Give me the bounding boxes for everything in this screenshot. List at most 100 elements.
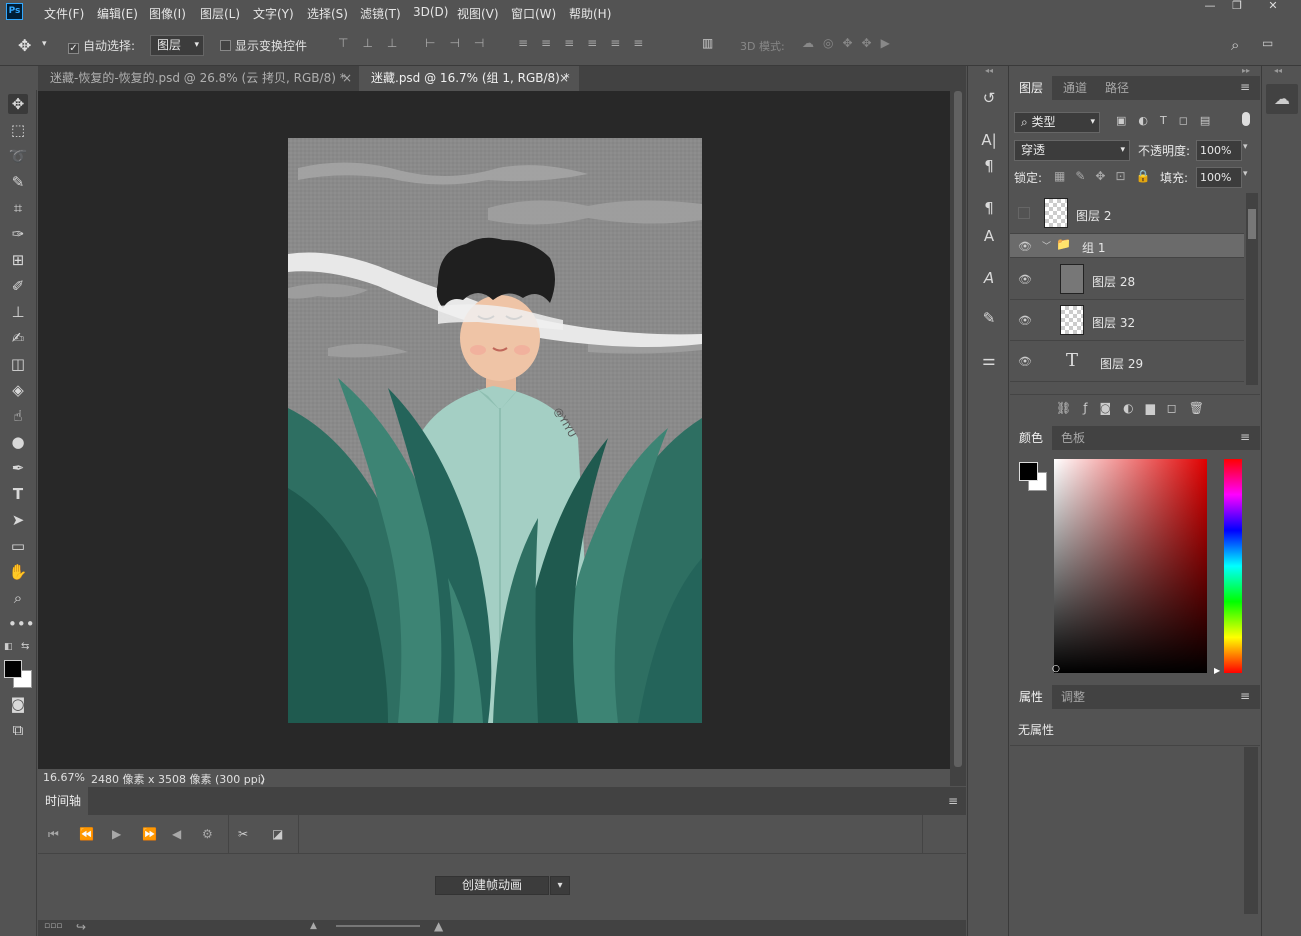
- foreground-color-swatch[interactable]: [4, 660, 22, 678]
- lock-icons[interactable]: ▦✎✥⊡🔒: [1054, 169, 1160, 183]
- collapse-arrows-icon[interactable]: ◂◂: [968, 66, 1010, 75]
- zoom-out-mountain-icon[interactable]: ▲: [310, 921, 317, 931]
- menu-select[interactable]: 选择(S): [307, 5, 348, 22]
- move-tool-icon[interactable]: ✥: [8, 94, 28, 114]
- zoom-tool-icon[interactable]: ⌕: [8, 588, 28, 608]
- artwork-canvas[interactable]: @YIYU: [288, 138, 702, 723]
- menu-window[interactable]: 窗口(W): [511, 5, 556, 22]
- align-buttons-group[interactable]: ⊤⊥⊥: [338, 36, 411, 50]
- paragraph-icon[interactable]: ¶: [979, 156, 999, 176]
- opacity-input[interactable]: 100%: [1196, 140, 1242, 161]
- hue-slider[interactable]: [1224, 459, 1242, 673]
- default-colors-icon[interactable]: ◧: [4, 642, 13, 652]
- blend-mode-dropdown[interactable]: 穿透 ▾: [1014, 140, 1130, 161]
- chevron-down-icon[interactable]: ﹀: [1042, 239, 1051, 252]
- layer-row[interactable]: 👁 图层 28: [1010, 259, 1244, 300]
- frames-icon[interactable]: ▫▫▫: [44, 921, 62, 931]
- settings-gear-icon[interactable]: ⚙: [202, 827, 213, 841]
- clone-stamp-tool-icon[interactable]: ⊥: [8, 302, 28, 322]
- swap-colors-icon[interactable]: ⇆: [21, 641, 29, 652]
- menu-view[interactable]: 视图(V): [457, 5, 499, 22]
- paragraph-styles-icon[interactable]: ¶: [979, 198, 999, 218]
- move-tool-icon[interactable]: ✥: [18, 36, 31, 55]
- tab-document-2[interactable]: 迷藏.psd @ 16.7% (组 1, RGB/8) * ×: [359, 66, 579, 91]
- dodge-tool-icon[interactable]: ●: [8, 432, 28, 452]
- quick-mask-icon[interactable]: ◙: [8, 694, 28, 714]
- close-tab-icon[interactable]: ×: [342, 66, 352, 90]
- collapse-arrows-icon[interactable]: ◂◂: [1274, 66, 1282, 75]
- restore-button[interactable]: ❐: [1222, 0, 1252, 14]
- distribute-buttons[interactable]: ≡≡≡≡≡≡: [518, 36, 656, 50]
- filter-toggle[interactable]: [1242, 112, 1250, 126]
- history-icon[interactable]: ↺: [979, 88, 999, 108]
- brush-tool-icon[interactable]: ✐: [8, 276, 28, 296]
- tab-color[interactable]: 颜色: [1010, 426, 1053, 450]
- align-horizontal-buttons[interactable]: ⊢⊣⊣: [425, 36, 498, 50]
- eye-icon[interactable]: 👁: [1018, 314, 1032, 327]
- panel-menu-icon[interactable]: ≡: [1240, 689, 1250, 703]
- color-field[interactable]: [1054, 459, 1207, 673]
- tab-document-1[interactable]: 迷藏-恢复的-恢复的.psd @ 26.8% (云 拷贝, RGB/8) * ×: [38, 66, 358, 91]
- auto-select-checkbox[interactable]: ✓ 自动选择:: [68, 37, 135, 54]
- timeline-tab[interactable]: 时间轴: [38, 787, 88, 815]
- rectangle-tool-icon[interactable]: ▭: [8, 536, 28, 556]
- hue-slider-handle-icon[interactable]: ▶: [1214, 666, 1220, 675]
- search-icon[interactable]: ⌕: [1231, 36, 1239, 54]
- first-frame-icon[interactable]: ⏮: [48, 827, 59, 842]
- minimize-button[interactable]: —: [1195, 0, 1225, 14]
- properties-scrollbar[interactable]: [1244, 747, 1258, 914]
- menu-filter[interactable]: 滤镜(T): [360, 5, 401, 22]
- next-frame-icon[interactable]: ⏩: [142, 827, 157, 841]
- zoom-level[interactable]: 16.67%: [43, 771, 85, 784]
- layer-row[interactable]: 👁 图层 32: [1010, 300, 1244, 341]
- fill-chevron-icon[interactable]: ▾: [1243, 169, 1248, 179]
- status-menu-arrow-icon[interactable]: 〉: [260, 771, 271, 787]
- 3d-mode-icons[interactable]: ☁◎✥✥▶: [802, 36, 899, 50]
- menu-image[interactable]: 图像(I): [149, 5, 186, 22]
- lasso-tool-icon[interactable]: ➰: [8, 146, 28, 166]
- tab-layers[interactable]: 图层: [1010, 76, 1053, 100]
- character-styles-icon[interactable]: A: [979, 226, 999, 246]
- visibility-off-box[interactable]: [1018, 207, 1030, 219]
- convert-icon[interactable]: ↪: [76, 920, 86, 934]
- tool-preset-chevron-icon[interactable]: ▾: [42, 39, 47, 49]
- eye-icon[interactable]: 👁: [1018, 273, 1032, 286]
- animation-type-dropdown[interactable]: ▾: [550, 876, 570, 895]
- panel-menu-icon[interactable]: ≡: [1240, 430, 1250, 444]
- tab-channels[interactable]: 通道: [1054, 76, 1096, 100]
- menu-3d[interactable]: 3D(D): [413, 5, 448, 19]
- history-brush-tool-icon[interactable]: ✍: [8, 328, 28, 348]
- layer-row[interactable]: 图层 2: [1010, 193, 1244, 234]
- hand-tool-icon[interactable]: ✋: [8, 562, 28, 582]
- auto-select-dropdown[interactable]: 图层 ▾: [150, 35, 204, 56]
- screen-mode-icon[interactable]: ⧉: [8, 720, 28, 740]
- menu-help[interactable]: 帮助(H): [569, 5, 611, 22]
- menu-edit[interactable]: 编辑(E): [97, 5, 138, 22]
- zoom-in-mountain-icon[interactable]: ▲: [434, 919, 443, 933]
- menu-type[interactable]: 文字(Y): [253, 5, 294, 22]
- menu-file[interactable]: 文件(F): [44, 5, 84, 22]
- close-tab-icon[interactable]: ×: [559, 66, 569, 90]
- scissors-icon[interactable]: ✂: [238, 827, 248, 841]
- layer-filter-dropdown[interactable]: ⌕ 类型 ▾: [1014, 112, 1100, 133]
- crop-tool-icon[interactable]: ⌗: [8, 198, 28, 218]
- path-selection-tool-icon[interactable]: ➤: [8, 510, 28, 530]
- close-window-button[interactable]: ✕: [1258, 0, 1288, 14]
- eye-icon[interactable]: 👁: [1018, 240, 1032, 253]
- create-frame-animation-button[interactable]: 创建帧动画: [435, 876, 549, 895]
- glyphs-icon[interactable]: A: [979, 268, 999, 288]
- filter-kind-icons[interactable]: ▣◐T◻▤: [1116, 114, 1222, 127]
- transition-icon[interactable]: ◪: [272, 827, 283, 841]
- more-tools-icon[interactable]: •••: [8, 614, 35, 634]
- fill-input[interactable]: 100%: [1196, 167, 1242, 188]
- play-icon[interactable]: ▶: [112, 827, 121, 841]
- character-icon[interactable]: A|: [979, 130, 999, 150]
- vertical-scrollbar[interactable]: [950, 91, 966, 769]
- tab-swatches[interactable]: 色板: [1052, 426, 1094, 450]
- eraser-tool-icon[interactable]: ◫: [8, 354, 28, 374]
- marquee-tool-icon[interactable]: ⬚: [8, 120, 28, 140]
- color-picker-handle-icon[interactable]: ○: [1052, 664, 1060, 674]
- brush-settings-icon[interactable]: ✎: [979, 308, 999, 328]
- smudge-tool-icon[interactable]: ☝: [8, 406, 28, 426]
- auto-align-icon[interactable]: ▥: [702, 36, 713, 50]
